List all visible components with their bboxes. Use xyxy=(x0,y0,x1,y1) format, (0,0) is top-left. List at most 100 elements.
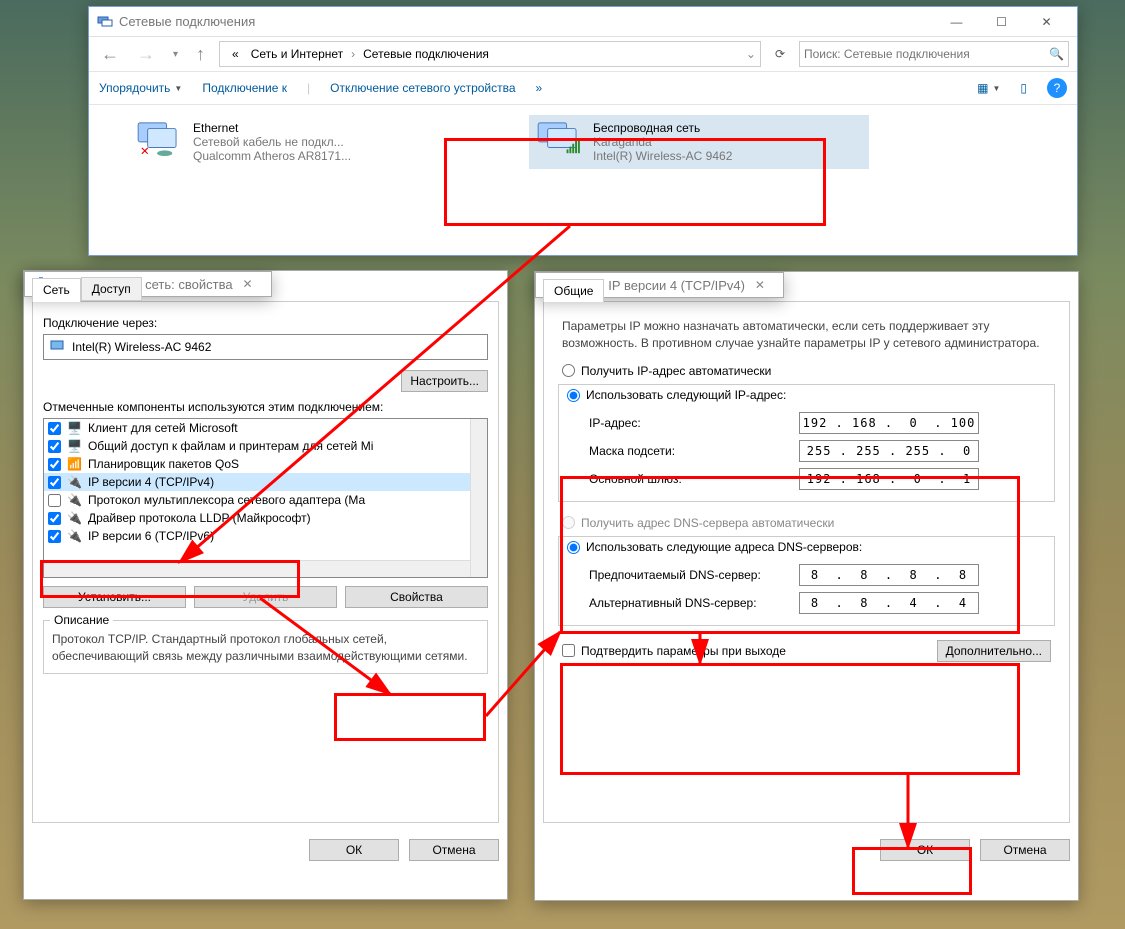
cancel-button[interactable]: Отмена xyxy=(980,839,1070,861)
search-icon[interactable]: 🔍 xyxy=(1049,47,1064,61)
ip-addr-label: IP-адрес: xyxy=(589,416,799,430)
advanced-button[interactable]: Дополнительно... xyxy=(937,640,1051,662)
comp-check[interactable] xyxy=(48,422,61,435)
scrollbar-h[interactable] xyxy=(44,560,470,577)
toolbar: Упорядочить ▼ Подключение к | Отключение… xyxy=(89,72,1077,105)
qos-icon: 📶 xyxy=(67,457,82,471)
conn-name: Ethernet xyxy=(193,121,351,135)
subnet-mask-input[interactable] xyxy=(799,440,979,462)
adapter-field: Intel(R) Wireless-AC 9462 xyxy=(43,334,488,360)
comp-ipv4[interactable]: 🔌IP версии 4 (TCP/IPv4) xyxy=(44,473,487,491)
manual-ip-group: Использовать следующий IP-адрес: IP-адре… xyxy=(558,384,1055,502)
configure-button[interactable]: Настроить... xyxy=(401,370,488,392)
props-button[interactable]: Свойства xyxy=(345,586,488,608)
conn-name: Беспроводная сеть xyxy=(593,121,732,135)
conn-adapter: Qualcomm Atheros AR8171... xyxy=(193,149,351,163)
comp-client-msft[interactable]: 🖥️Клиент для сетей Microsoft xyxy=(44,419,487,437)
connections-area: ✕ Ethernet Сетевой кабель не подкл... Qu… xyxy=(89,105,1077,179)
connection-ethernet[interactable]: ✕ Ethernet Сетевой кабель не подкл... Qu… xyxy=(129,115,469,169)
checkbox[interactable] xyxy=(562,644,575,657)
comp-check[interactable] xyxy=(48,512,61,525)
preview-pane-icon[interactable]: ▯ xyxy=(1020,81,1027,95)
history-dropdown[interactable]: ▾ xyxy=(169,47,182,62)
comp-lldp[interactable]: 🔌Драйвер протокола LLDP (Майкрософт) xyxy=(44,509,487,527)
comp-check[interactable] xyxy=(48,530,61,543)
intro-text: Параметры IP можно назначать автоматичес… xyxy=(554,312,1059,362)
radio xyxy=(562,516,575,529)
more-toolbar[interactable]: » xyxy=(536,81,543,95)
tab-access[interactable]: Доступ xyxy=(81,277,142,301)
gateway-label: Основной шлюз: xyxy=(589,472,799,486)
window-buttons: — ☐ ✕ xyxy=(934,8,1069,36)
disable-device-menu[interactable]: Отключение сетевого устройства xyxy=(330,81,515,95)
comp-check[interactable] xyxy=(48,476,61,489)
connection-wireless[interactable]: Беспроводная сеть Karaganda Intel(R) Wir… xyxy=(529,115,869,169)
proto-icon: 🔌 xyxy=(67,475,82,489)
proto-icon: 🔌 xyxy=(67,493,82,507)
refresh-button[interactable]: ⟳ xyxy=(771,43,789,65)
maximize-button[interactable]: ☐ xyxy=(979,8,1024,36)
dns2-input[interactable] xyxy=(799,592,979,614)
connect-to-menu[interactable]: Подключение к xyxy=(202,81,287,95)
confirm-on-exit[interactable]: Подтвердить параметры при выходе xyxy=(562,640,786,662)
radio-manual-dns[interactable]: Использовать следующие адреса DNS-сервер… xyxy=(567,538,862,556)
scrollbar-v[interactable] xyxy=(470,419,487,577)
comp-file-share[interactable]: 🖥️Общий доступ к файлам и принтерам для … xyxy=(44,437,487,455)
remove-button[interactable]: Удалить xyxy=(194,586,337,608)
view-layout-icon[interactable]: ▦ ▼ xyxy=(977,81,1000,95)
minimize-button[interactable]: — xyxy=(934,8,979,36)
share-icon: 🖥️ xyxy=(67,439,82,453)
install-button[interactable]: Установить... xyxy=(43,586,186,608)
close-button[interactable]: ✕ xyxy=(745,271,775,299)
comp-qos[interactable]: 📶Планировщик пакетов QoS xyxy=(44,455,487,473)
comp-mux[interactable]: 🔌Протокол мультиплексора сетевого адапте… xyxy=(44,491,487,509)
tab-general[interactable]: Общие xyxy=(543,279,604,302)
network-icon xyxy=(97,14,113,30)
breadcrumb-prefix: « xyxy=(228,47,243,61)
monitor-wifi-icon xyxy=(535,121,583,161)
dns1-label: Предпочитаемый DNS-сервер: xyxy=(589,568,799,582)
search-box[interactable]: 🔍 xyxy=(799,41,1069,67)
radio[interactable] xyxy=(562,364,575,377)
comp-check[interactable] xyxy=(48,440,61,453)
breadcrumb-seg1[interactable]: Сеть и Интернет xyxy=(247,47,347,61)
description-legend: Описание xyxy=(50,613,113,627)
ipv4-properties-dialog: Свойства: IP версии 4 (TCP/IPv4) ✕ Общие… xyxy=(534,271,1079,901)
organize-menu[interactable]: Упорядочить ▼ xyxy=(99,81,182,95)
breadcrumb-seg2[interactable]: Сетевые подключения xyxy=(359,47,493,61)
dns1-input[interactable] xyxy=(799,564,979,586)
comp-check[interactable] xyxy=(48,458,61,471)
help-icon[interactable]: ? xyxy=(1047,78,1067,98)
comp-check[interactable] xyxy=(48,494,61,507)
ip-address-input[interactable] xyxy=(799,412,979,434)
components-list[interactable]: 🖥️Клиент для сетей Microsoft 🖥️Общий дос… xyxy=(43,418,488,578)
cancel-button[interactable]: Отмена xyxy=(409,839,499,861)
monitor-cable-icon: ✕ xyxy=(135,121,183,161)
back-button[interactable]: ← xyxy=(97,42,123,67)
tab-network[interactable]: Сеть xyxy=(32,278,81,302)
comp-ipv6[interactable]: 🔌IP версии 6 (TCP/IPv6) xyxy=(44,527,487,545)
adapter-name: Intel(R) Wireless-AC 9462 xyxy=(72,340,211,354)
dns2-label: Альтернативный DNS-сервер: xyxy=(589,596,799,610)
radio[interactable] xyxy=(567,389,580,402)
close-button[interactable]: ✕ xyxy=(233,270,263,298)
close-button[interactable]: ✕ xyxy=(1024,8,1069,36)
breadcrumb[interactable]: « Сеть и Интернет › Сетевые подключения … xyxy=(219,41,761,67)
chevron-icon: › xyxy=(351,47,355,61)
search-input[interactable] xyxy=(804,47,1049,61)
dropdown-icon[interactable]: ⌄ xyxy=(746,47,756,61)
up-button[interactable]: ↑ xyxy=(192,42,209,67)
window-title: Сетевые подключения xyxy=(119,14,934,29)
radio[interactable] xyxy=(567,541,580,554)
radio-manual-ip[interactable]: Использовать следующий IP-адрес: xyxy=(567,386,786,404)
titlebar[interactable]: Сетевые подключения — ☐ ✕ xyxy=(89,7,1077,37)
description-fieldset: Описание Протокол TCP/IP. Стандартный пр… xyxy=(43,620,488,674)
forward-button[interactable]: → xyxy=(133,42,159,67)
network-connections-window: Сетевые подключения — ☐ ✕ ← → ▾ ↑ « Сеть… xyxy=(88,6,1078,256)
conn-adapter: Intel(R) Wireless-AC 9462 xyxy=(593,149,732,163)
ok-button[interactable]: ОК xyxy=(309,839,399,861)
radio-auto-ip[interactable]: Получить IP-адрес автоматически xyxy=(554,362,1059,380)
tab-body: Подключение через: Intel(R) Wireless-AC … xyxy=(32,301,499,823)
gateway-input[interactable] xyxy=(799,468,979,490)
ok-button[interactable]: ОК xyxy=(880,839,970,861)
